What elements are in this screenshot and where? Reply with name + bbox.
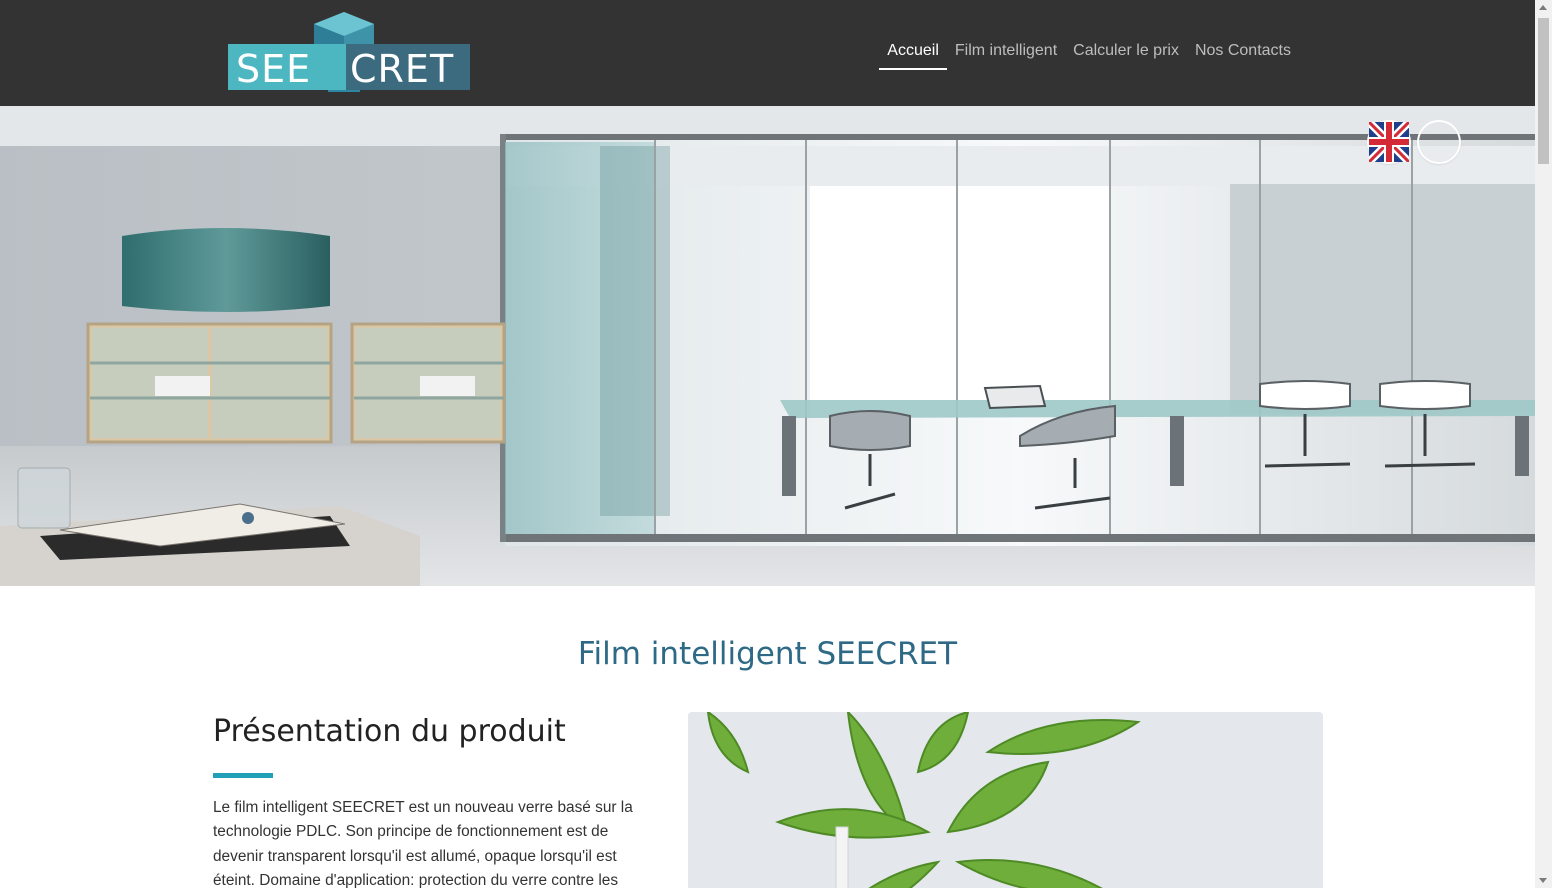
product-presentation-heading: Présentation du produit bbox=[213, 714, 566, 749]
nav-item-accueil[interactable]: Accueil bbox=[879, 36, 947, 70]
scroll-up-icon[interactable] bbox=[1539, 5, 1547, 10]
page-scrollbar[interactable] bbox=[1535, 0, 1552, 888]
product-description: Le film intelligent SEECRET est un nouve… bbox=[213, 799, 633, 888]
site-header: SEE CRET Accueil Film intelligent Calcul… bbox=[0, 0, 1535, 106]
plant-photo bbox=[688, 712, 1323, 888]
hero-banner bbox=[0, 106, 1535, 586]
logo-text-see: SEE bbox=[236, 47, 312, 91]
accent-divider bbox=[213, 773, 273, 778]
office-glass-partition-photo bbox=[0, 106, 1535, 586]
language-switcher bbox=[1369, 122, 1459, 162]
page: SEE CRET Accueil Film intelligent Calcul… bbox=[0, 0, 1535, 888]
scrollbar-thumb[interactable] bbox=[1538, 18, 1549, 164]
nav-item-nos-contacts[interactable]: Nos Contacts bbox=[1187, 36, 1299, 70]
logo-text-cret: CRET bbox=[350, 47, 455, 91]
section-title: Film intelligent SEECRET bbox=[577, 636, 958, 672]
flag-uk-icon[interactable] bbox=[1369, 122, 1459, 162]
main-nav: Accueil Film intelligent Calculer le pri… bbox=[879, 36, 1299, 70]
scroll-down-icon[interactable] bbox=[1539, 878, 1547, 883]
nav-item-calculer-le-prix[interactable]: Calculer le prix bbox=[1065, 36, 1187, 70]
nav-item-film-intelligent[interactable]: Film intelligent bbox=[947, 36, 1065, 70]
logo-plate: SEE CRET bbox=[228, 44, 470, 91]
seecret-logo[interactable]: SEE CRET bbox=[228, 12, 472, 94]
